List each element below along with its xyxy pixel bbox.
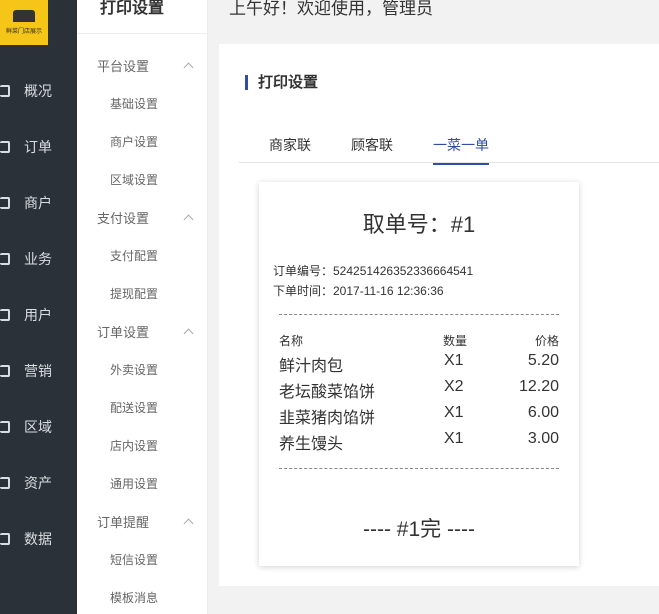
nav-item-label: 资产 — [24, 475, 52, 491]
business-icon — [0, 252, 10, 266]
tab-customer-copy[interactable]: 顾客联 — [351, 135, 393, 155]
order-icon — [0, 140, 10, 154]
submenu-item-takeout[interactable]: 外卖设置 — [110, 361, 158, 378]
merchant-icon — [0, 196, 10, 210]
nav-item-label: 数据 — [24, 531, 52, 547]
pickup-number: 取单号：#1 — [362, 212, 476, 237]
item-name: 鲜汁肉包 — [279, 358, 344, 375]
settings-submenu: 打印设置 平台设置 基础设置 商户设置 区域设置 支付设置 支付配置 提现配置 … — [77, 0, 208, 614]
panel-title: 打印设置 — [245, 75, 318, 90]
chevron-up-icon — [183, 214, 194, 225]
print-settings-panel: 打印设置 商家联 顾客联 一菜一单 取单号：#1 订单编号：5242514263… — [219, 44, 659, 586]
app-logo[interactable]: 鲜菜门店展示 — [0, 0, 48, 45]
item-qty: X1 — [444, 430, 464, 447]
nav-item-marketing[interactable]: 营销 — [0, 351, 77, 391]
order-time: 下单时间：2017-11-16 12:36:36 — [273, 284, 444, 298]
item-qty: X1 — [444, 404, 464, 421]
assets-icon — [0, 476, 10, 490]
nav-item-data[interactable]: 数据 — [0, 519, 77, 559]
submenu-item-payment-config[interactable]: 支付配置 — [110, 247, 158, 264]
submenu-group-reminder[interactable]: 订单提醒 — [97, 512, 194, 531]
column-header-price: 价格 — [534, 334, 559, 348]
submenu-item-sms[interactable]: 短信设置 — [110, 551, 158, 568]
item-price: 6.00 — [527, 404, 559, 421]
dashed-divider — [279, 314, 559, 315]
receipt-item-row: 养生馒头 X1 3.00 — [259, 430, 579, 453]
item-name: 韭菜猪肉馅饼 — [279, 410, 376, 427]
group-label: 支付设置 — [97, 211, 150, 226]
nav-item-label: 订单 — [24, 139, 52, 155]
logo-text: 鲜菜门店展示 — [5, 29, 42, 35]
submenu-item-region[interactable]: 区域设置 — [110, 171, 158, 188]
group-label: 平台设置 — [97, 59, 150, 74]
submenu-item-merchant[interactable]: 商户设置 — [110, 133, 158, 150]
tab-merchant-copy[interactable]: 商家联 — [269, 135, 311, 155]
nav-item-region[interactable]: 区域 — [0, 407, 77, 447]
submenu-item-basic[interactable]: 基础设置 — [110, 95, 158, 112]
item-qty: X2 — [444, 378, 464, 395]
chevron-up-icon — [183, 518, 194, 529]
nav-item-label: 业务 — [24, 251, 52, 267]
main-nav: 鲜菜门店展示 概况 订单 商户 业务 用户 营销 区域 资产 数据 — [0, 0, 77, 614]
user-icon — [0, 308, 10, 322]
nav-item-assets[interactable]: 资产 — [0, 463, 77, 503]
nav-item-label: 区域 — [24, 419, 52, 435]
column-header-qty: 数量 — [443, 334, 468, 348]
divider — [77, 33, 208, 34]
order-number: 订单编号：524251426352336664541 — [273, 264, 474, 278]
submenu-item-instore[interactable]: 店内设置 — [110, 437, 158, 454]
data-icon — [0, 532, 10, 546]
nav-item-orders[interactable]: 订单 — [0, 127, 77, 167]
submenu-item-template-msg[interactable]: 模板消息 — [110, 589, 158, 606]
column-header-name: 名称 — [279, 334, 304, 348]
region-icon — [0, 420, 10, 434]
submenu-item-withdraw-config[interactable]: 提现配置 — [110, 285, 158, 302]
submenu-group-payment[interactable]: 支付设置 — [97, 208, 194, 227]
group-label: 订单提醒 — [97, 515, 150, 530]
item-price: 12.20 — [518, 378, 559, 395]
receipt-item-row: 鲜汁肉包 X1 5.20 — [259, 352, 579, 375]
greeting-text: 上午好！欢迎使用，管理员 — [229, 0, 433, 18]
item-name: 养生馒头 — [279, 436, 344, 453]
group-label: 订单设置 — [97, 325, 150, 340]
dashed-divider — [279, 468, 559, 469]
marketing-icon — [0, 364, 10, 378]
item-qty: X1 — [444, 352, 464, 369]
logo-hat-icon — [13, 10, 35, 22]
submenu-item-general[interactable]: 通用设置 — [110, 475, 158, 492]
item-price: 5.20 — [527, 352, 559, 369]
nav-item-label: 商户 — [24, 195, 52, 211]
receipt-tabs: 商家联 顾客联 一菜一单 — [239, 132, 659, 165]
nav-item-business[interactable]: 业务 — [0, 239, 77, 279]
chevron-up-icon — [183, 328, 194, 339]
receipt-item-row: 韭菜猪肉馅饼 X1 6.00 — [259, 404, 579, 427]
receipt-footer: ---- #1完 ---- — [363, 518, 475, 541]
tab-per-dish[interactable]: 一菜一单 — [433, 135, 489, 165]
nav-item-merchants[interactable]: 商户 — [0, 183, 77, 223]
receipt-preview: 取单号：#1 订单编号：524251426352336664541 下单时间：2… — [259, 182, 579, 566]
chevron-up-icon — [183, 62, 194, 73]
nav-item-label: 用户 — [24, 307, 52, 323]
submenu-group-order[interactable]: 订单设置 — [97, 322, 194, 341]
nav-item-label: 概况 — [24, 83, 52, 99]
receipt-item-row: 老坛酸菜馅饼 X2 12.20 — [259, 378, 579, 401]
item-name: 老坛酸菜馅饼 — [279, 384, 376, 401]
nav-item-label: 营销 — [24, 363, 52, 379]
submenu-title: 打印设置 — [100, 0, 165, 17]
item-price: 3.00 — [527, 430, 559, 447]
submenu-item-delivery[interactable]: 配送设置 — [110, 399, 158, 416]
nav-item-users[interactable]: 用户 — [0, 295, 77, 335]
overview-icon — [0, 84, 10, 98]
nav-item-overview[interactable]: 概况 — [0, 71, 77, 111]
submenu-group-platform[interactable]: 平台设置 — [97, 56, 194, 75]
